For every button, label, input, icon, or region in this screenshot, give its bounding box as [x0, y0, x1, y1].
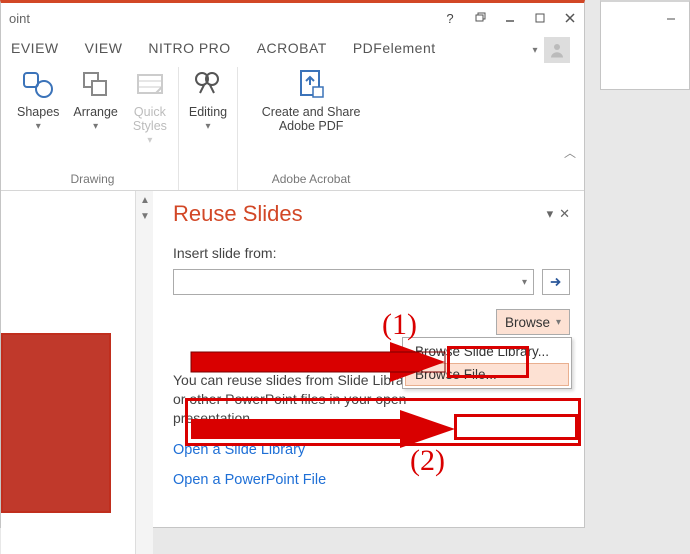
browse-button[interactable]: Browse ▾ — [496, 309, 570, 335]
insert-from-label: Insert slide from: — [173, 245, 570, 261]
chevron-down-icon: ▾ — [147, 135, 152, 146]
pdf-share-icon — [293, 67, 329, 103]
tab-pdfelement[interactable]: PDFelement — [349, 37, 440, 63]
chevron-down-icon: ▾ — [205, 121, 210, 132]
pane-options-icon[interactable]: ▾ — [547, 206, 554, 222]
create-share-pdf-button[interactable]: Create and Share Adobe PDF — [246, 67, 376, 133]
tab-review[interactable]: EVIEW — [7, 37, 63, 63]
group-label-drawing: Drawing — [70, 172, 114, 190]
scroll-down-icon[interactable]: ▼ — [139, 209, 151, 223]
collapse-ribbon-icon[interactable]: ︿ — [564, 144, 576, 161]
editing-button[interactable]: Editing ▾ — [187, 67, 229, 132]
restore-icon[interactable] — [466, 7, 494, 29]
minimize-icon[interactable] — [496, 7, 524, 29]
tab-acrobat[interactable]: ACROBAT — [253, 37, 331, 63]
vertical-scrollbar[interactable]: ▲ ▼ — [135, 191, 153, 554]
shapes-button[interactable]: Shapes ▾ — [15, 67, 61, 132]
shapes-icon — [20, 67, 56, 103]
workspace: ▲ ▼ Reuse Slides ▾ ✕ Insert slide from: … — [1, 191, 584, 554]
arrange-label: Arrange — [73, 105, 117, 119]
reuse-slides-pane: Reuse Slides ▾ ✕ Insert slide from: ▾ Br… — [153, 191, 584, 554]
scroll-up-icon[interactable]: ▲ — [139, 193, 151, 207]
title-bar: oint ? — [1, 3, 584, 33]
user-avatar[interactable] — [544, 37, 570, 63]
chevron-down-icon: ▾ — [522, 277, 527, 288]
arrange-icon — [78, 67, 114, 103]
close-icon[interactable] — [556, 7, 584, 29]
minimize-icon[interactable] — [657, 5, 685, 27]
arrange-button[interactable]: Arrange ▾ — [71, 67, 119, 132]
info-text: You can reuse slides from Slide Librarie… — [173, 371, 433, 428]
pane-close-icon[interactable]: ✕ — [559, 206, 570, 222]
chevron-down-icon[interactable]: ▾ — [532, 45, 538, 56]
link-open-library[interactable]: Open a Slide Library — [173, 442, 570, 458]
maximize-icon[interactable] — [526, 7, 554, 29]
slide-thumbnail[interactable] — [1, 333, 111, 513]
insert-from-combo[interactable]: ▾ — [173, 269, 534, 295]
menu-item-browse-library[interactable]: Browse Slide Library... — [405, 340, 569, 363]
ribbon-tabs: EVIEW VIEW NITRO PRO ACROBAT PDFelement … — [1, 33, 584, 63]
shapes-label: Shapes — [17, 105, 59, 119]
chevron-down-icon: ▾ — [36, 121, 41, 132]
quick-styles-label: Quick Styles — [133, 105, 167, 133]
group-label-editing — [206, 172, 209, 190]
tab-view[interactable]: VIEW — [81, 37, 127, 63]
tab-nitro-pro[interactable]: NITRO PRO — [144, 37, 234, 63]
browse-label: Browse — [505, 315, 550, 330]
powerpoint-window: oint ? EVIEW VIEW NITRO PRO ACROBAT PDFe… — [0, 0, 585, 528]
ribbon-group-drawing: Shapes ▾ Arrange ▾ Quick Styles ▾ Drawin… — [7, 67, 178, 190]
quick-styles-button: Quick Styles ▾ — [130, 67, 170, 146]
chevron-down-icon: ▾ — [93, 121, 98, 132]
create-share-label: Create and Share Adobe PDF — [262, 105, 361, 133]
group-label-acrobat: Adobe Acrobat — [272, 172, 351, 190]
pane-title: Reuse Slides — [173, 201, 303, 227]
title-bar-controls: ? — [436, 7, 584, 29]
slide-thumbnails: ▲ ▼ — [1, 191, 153, 554]
browse-menu: Browse Slide Library... Browse File... — [402, 337, 572, 389]
ribbon: Shapes ▾ Arrange ▾ Quick Styles ▾ Drawin… — [1, 63, 584, 191]
ribbon-group-editing: Editing ▾ — [178, 67, 237, 190]
editing-label: Editing — [189, 105, 227, 119]
app-title: oint — [9, 11, 30, 26]
background-window — [600, 0, 690, 90]
chevron-down-icon: ▾ — [556, 317, 561, 328]
link-open-file[interactable]: Open a PowerPoint File — [173, 472, 570, 488]
find-icon — [190, 67, 226, 103]
menu-item-browse-file[interactable]: Browse File... — [405, 363, 569, 386]
ribbon-group-acrobat: Create and Share Adobe PDF Adobe Acrobat — [237, 67, 384, 190]
quick-styles-icon — [132, 67, 168, 103]
go-button[interactable] — [542, 269, 570, 295]
help-icon[interactable]: ? — [436, 7, 464, 29]
